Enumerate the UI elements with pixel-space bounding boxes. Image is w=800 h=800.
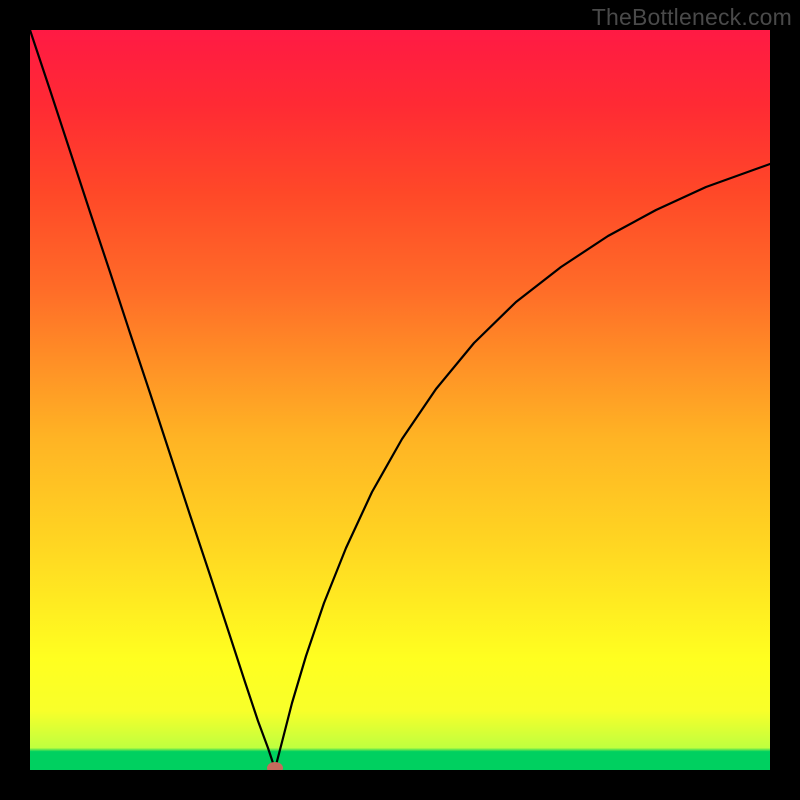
chart-container: TheBottleneck.com xyxy=(0,0,800,800)
watermark-text: TheBottleneck.com xyxy=(592,4,792,31)
curve-svg xyxy=(30,30,770,770)
curve-right-arm xyxy=(275,164,770,769)
curve-left-arm xyxy=(30,30,275,769)
plot-area xyxy=(30,30,770,770)
minimum-marker xyxy=(267,762,283,770)
